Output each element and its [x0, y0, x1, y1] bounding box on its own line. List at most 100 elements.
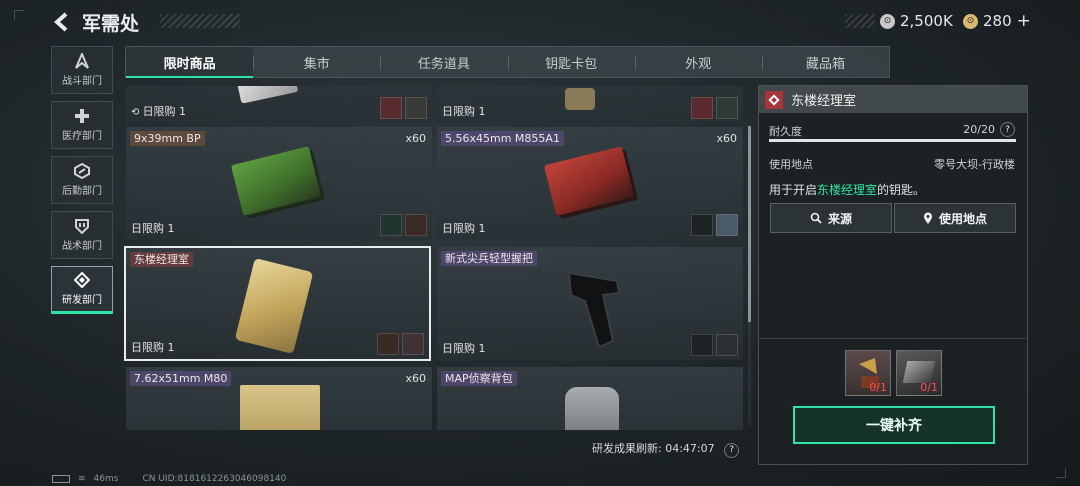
ammo-box-image: [543, 146, 635, 216]
durability-bar-fill: [769, 139, 1016, 142]
rail-item-label: 研发部门: [62, 295, 102, 306]
item-card-grip[interactable]: 新式尖兵轻型握把 日限购 1: [437, 247, 743, 360]
use-location-button[interactable]: 使用地点: [894, 203, 1016, 233]
department-rail: 战斗部门 医疗部门 后勤部门 战术部门 研发部门: [51, 46, 113, 321]
grip-image: [567, 271, 621, 349]
location-label: 使用地点: [769, 158, 813, 171]
item-card-backpack[interactable]: MAP侦察背包: [437, 367, 743, 430]
research-icon: [74, 272, 90, 288]
purchase-limit: 日限购 1: [442, 222, 486, 235]
rail-item-research[interactable]: 研发部门: [51, 266, 113, 314]
durability-value: 20/20: [963, 123, 995, 136]
tab-quest-items[interactable]: 任务道具: [380, 47, 507, 77]
source-button[interactable]: 来源: [770, 203, 892, 233]
panel-divider: [759, 338, 1027, 339]
requirement-icon: [402, 333, 424, 355]
item-name-tag: 新式尖兵轻型握把: [441, 251, 537, 266]
item-card[interactable]: 日限购 1: [437, 86, 743, 123]
purchase-limit: 日限购 1: [131, 222, 175, 235]
detail-header: 东楼经理室: [759, 86, 1027, 113]
currency-bonds[interactable]: ⊙ 280 +: [963, 10, 1031, 32]
grid-scrollbar-thumb[interactable]: [748, 126, 751, 322]
material-slot-2[interactable]: 0/1: [896, 350, 942, 396]
backpack-image: [565, 387, 619, 430]
tab-limited-items[interactable]: 限时商品: [126, 47, 254, 78]
requirement-icon: [377, 333, 399, 355]
material-slot-1[interactable]: 0/1: [845, 350, 891, 396]
item-card[interactable]: ⟲ 日限购 1: [126, 86, 432, 123]
item-card-keycard-selected[interactable]: 东楼经理室 日限购 1: [124, 246, 431, 361]
add-currency-icon[interactable]: +: [1017, 11, 1031, 31]
back-arrow-icon: [53, 12, 68, 32]
purchase-limit: 日限购 1: [131, 341, 175, 354]
rail-item-label: 后勤部门: [62, 186, 102, 197]
item-card-9x39bp[interactable]: 9x39mm BP x60 日限购 1: [126, 127, 432, 240]
help-icon[interactable]: ?: [724, 442, 740, 458]
purchase-limit: ⟲ 日限购 1: [131, 105, 187, 118]
item-name-tag: MAP侦察背包: [441, 371, 517, 386]
item-name-tag: 9x39mm BP: [130, 131, 205, 146]
purchase-limit: 日限购 1: [442, 342, 486, 355]
item-grid: ⟲ 日限购 1 日限购 1 9x39mm BP x60 日限购 1 5.56x4…: [124, 86, 746, 430]
purchase-limit: 日限购 1: [442, 105, 486, 118]
tab-collection-box[interactable]: 藏品箱: [761, 47, 889, 77]
refresh-timer: 研发成果刷新: 04:47:07 ?: [592, 440, 740, 458]
requirement-icon: [716, 97, 738, 119]
frame-corner: [14, 10, 24, 20]
currency-coins[interactable]: ⊙ 2,500K: [880, 10, 953, 32]
frame-corner: [1056, 468, 1066, 478]
requirement-icon: [380, 97, 402, 119]
description-highlight: 东楼经理室: [817, 183, 878, 197]
back-button[interactable]: [50, 10, 74, 34]
material-count: 0/1: [920, 381, 938, 394]
category-tabs: 限时商品 集市 任务道具 钥匙卡包 外观 藏品箱: [125, 46, 890, 78]
one-click-fill-button[interactable]: 一键补齐: [793, 406, 995, 444]
metal-plate-icon: [902, 361, 936, 383]
battery-icon: [52, 475, 70, 483]
item-quantity: x60: [716, 132, 737, 145]
rail-item-medical[interactable]: 医疗部门: [51, 101, 113, 149]
tab-cosmetics[interactable]: 外观: [634, 47, 762, 77]
requirement-icon: [716, 214, 738, 236]
page-title: 军需处: [82, 13, 140, 35]
durability-bar: [769, 139, 1016, 142]
detail-title: 东楼经理室: [791, 94, 857, 109]
requirement-icon: [691, 97, 713, 119]
user-uid: CN UID:8181612263046098140: [142, 474, 287, 484]
tab-keycard-packs[interactable]: 钥匙卡包: [507, 47, 635, 77]
location-value: 零号大坝-行政楼: [934, 158, 1015, 171]
rail-item-label: 医疗部门: [62, 131, 102, 142]
currency-bonds-value: 280: [983, 12, 1012, 30]
wifi-icon: ≋: [78, 474, 86, 484]
item-card-556m855a1[interactable]: 5.56x45mm M855A1 x60 日限购 1: [437, 127, 743, 240]
tab-market[interactable]: 集市: [253, 47, 380, 77]
item-name-tag: 5.56x45mm M855A1: [441, 131, 564, 146]
requirement-icon: [691, 334, 713, 356]
item-detail-panel: 东楼经理室 耐久度 20/20 ? 使用地点 零号大坝-行政楼 用于开启东楼经理…: [758, 85, 1028, 465]
rail-item-label: 战斗部门: [62, 76, 102, 87]
item-image: [235, 86, 299, 104]
coin-icon: ⊙: [880, 13, 895, 29]
limit-icon: ⟲: [131, 107, 143, 118]
currency-coins-value: 2,500K: [900, 12, 953, 30]
key-rarity-icon: [765, 90, 783, 109]
item-quantity: x60: [405, 372, 426, 385]
rail-item-combat[interactable]: 战斗部门: [51, 46, 113, 94]
requirement-icon: [405, 214, 427, 236]
rail-item-logistics[interactable]: 后勤部门: [51, 156, 113, 204]
keycard-image: [234, 257, 314, 355]
item-image: [565, 88, 595, 110]
item-name-tag: 东楼经理室: [130, 252, 193, 267]
help-icon[interactable]: ?: [1000, 122, 1015, 137]
logistics-icon: [74, 163, 90, 179]
item-card-762m80[interactable]: 7.62x51mm M80 x60: [126, 367, 432, 430]
ammo-box-image: [240, 385, 320, 430]
item-description: 用于开启东楼经理室的钥匙。: [769, 183, 926, 197]
medical-icon: [75, 109, 89, 123]
rail-item-tactical[interactable]: 战术部门: [51, 211, 113, 259]
map-pin-icon: [923, 212, 932, 224]
bond-icon: ⊙: [963, 13, 978, 29]
combat-icon: [75, 53, 89, 69]
requirement-icon: [716, 334, 738, 356]
material-count: 0/1: [869, 381, 887, 394]
